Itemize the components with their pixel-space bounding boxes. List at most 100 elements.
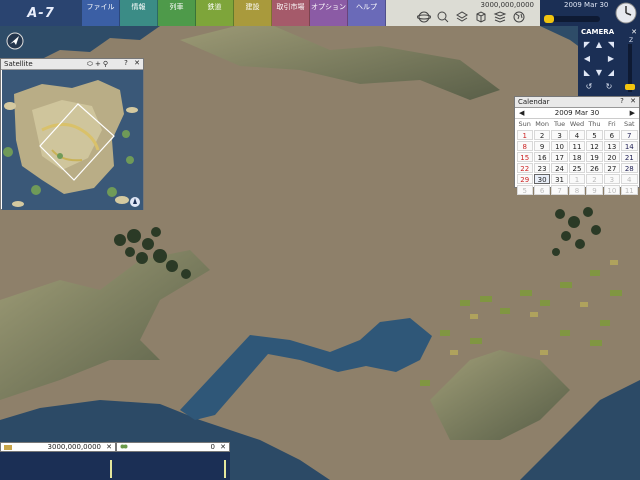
calendar-day[interactable]: 10 <box>551 140 568 151</box>
calendar-day[interactable]: 14 <box>621 140 638 151</box>
satellite-tools: ⬭ + ⚲ <box>87 59 108 69</box>
calendar-day[interactable]: 28 <box>621 162 638 173</box>
calendar-day[interactable]: 5 <box>586 129 603 140</box>
calendar-nav: ◀ 2009 Mar 30 ▶ <box>515 108 639 119</box>
calendar-day[interactable]: 20 <box>603 151 621 162</box>
calendar-day[interactable]: 3 <box>551 129 568 140</box>
calendar-day[interactable]: 17 <box>551 151 568 162</box>
calendar-day[interactable]: 30 <box>533 173 551 184</box>
menu-item[interactable]: 情報 <box>120 0 158 26</box>
money-close-button[interactable]: ✕ <box>106 443 112 452</box>
calendar-day[interactable]: 1 <box>516 129 533 140</box>
calendar-day[interactable]: 2 <box>586 173 603 184</box>
calendar-day[interactable]: 2 <box>533 129 551 140</box>
money-icon <box>4 445 12 450</box>
help-button[interactable]: ? <box>122 59 130 68</box>
camera-close-button[interactable]: ✕ <box>631 28 637 36</box>
globe-icon[interactable] <box>416 10 431 24</box>
calendar-day[interactable]: 7 <box>621 129 638 140</box>
top-menu-bar: A-7 ファイル 情報 列車 鉄道 建設 取引市場 オプション ヘルプ 3000,000,00… <box>0 0 640 26</box>
calendar-day[interactable]: 23 <box>533 162 551 173</box>
camera-down-left-icon[interactable]: ◣ <box>582 68 592 78</box>
calendar-day[interactable]: 1 <box>568 173 586 184</box>
menu-item[interactable]: 列車 <box>158 0 196 26</box>
magnifier-icon[interactable] <box>435 10 450 24</box>
menu-item[interactable]: オプション <box>310 0 348 26</box>
calendar-day[interactable]: 5 <box>516 184 533 195</box>
population-graph-bar <box>224 460 226 478</box>
zoom-knob[interactable] <box>625 84 635 90</box>
calendar-day[interactable]: 18 <box>568 151 586 162</box>
calendar-day[interactable]: 15 <box>516 151 533 162</box>
camera-right-button[interactable]: ▶ <box>606 54 616 64</box>
calendar-day[interactable]: 21 <box>621 151 638 162</box>
menu-item[interactable]: ファイル <box>82 0 120 26</box>
calendar-day[interactable]: 11 <box>621 184 638 195</box>
calendar-day[interactable]: 9 <box>533 140 551 151</box>
calendar-day[interactable]: 6 <box>603 129 621 140</box>
main-menu: ファイル 情報 列車 鉄道 建設 取引市場 オプション ヘルプ <box>82 0 386 26</box>
cube-icon[interactable] <box>473 10 488 24</box>
world-icon[interactable] <box>511 10 526 24</box>
money-value: 3000,000,0000 <box>47 443 101 451</box>
calendar-day[interactable]: 4 <box>621 173 638 184</box>
game-speed-knob[interactable] <box>544 15 554 23</box>
rotate-left-button[interactable]: ↺ <box>584 82 594 92</box>
population-close-button[interactable]: ✕ <box>220 443 226 452</box>
menu-item[interactable]: 建設 <box>234 0 272 26</box>
calendar-day[interactable]: 13 <box>603 140 621 151</box>
search-icon[interactable]: ⚲ <box>103 59 108 69</box>
calendar-day[interactable]: 22 <box>516 162 533 173</box>
calendar-day[interactable]: 12 <box>586 140 603 151</box>
close-button[interactable]: ✕ <box>629 97 637 106</box>
satellite-titlebar[interactable]: Satellite ⬭ + ⚲ ? ✕ <box>1 59 143 70</box>
calendar-day[interactable]: 10 <box>603 184 621 195</box>
satellite-map[interactable] <box>2 70 143 210</box>
calendar-day[interactable]: 25 <box>568 162 586 173</box>
calendar-day[interactable]: 9 <box>586 184 603 195</box>
calendar-day[interactable]: 26 <box>586 162 603 173</box>
zoom-out-icon[interactable]: ⬭ <box>87 59 93 69</box>
calendar-day[interactable]: 29 <box>516 173 533 184</box>
menu-item[interactable]: 鉄道 <box>196 0 234 26</box>
zoom-slider[interactable] <box>625 44 635 92</box>
close-button[interactable]: ✕ <box>133 59 141 68</box>
weekday-header: Tue <box>554 120 566 128</box>
camera-down-button[interactable]: ▼ <box>594 68 604 78</box>
menu-item[interactable]: 取引市場 <box>272 0 310 26</box>
menu-item[interactable]: ヘルプ <box>348 0 386 26</box>
help-button[interactable]: ? <box>618 97 626 106</box>
weekday-header: Wed <box>569 120 585 128</box>
calendar-day[interactable]: 8 <box>568 184 586 195</box>
calendar-day[interactable]: 19 <box>586 151 603 162</box>
weekday-header: Sun <box>518 120 531 128</box>
compass-icon[interactable] <box>6 32 24 50</box>
calendar-day[interactable]: 24 <box>551 162 568 173</box>
calendar-day[interactable]: 3 <box>603 173 621 184</box>
zoom-in-icon[interactable]: + <box>95 59 101 69</box>
calendar-month-label: 2009 Mar 30 <box>554 109 600 117</box>
current-date: 2009 Mar 30 <box>564 1 609 9</box>
calendar-day[interactable]: 8 <box>516 140 533 151</box>
calendar-day[interactable]: 6 <box>533 184 551 195</box>
population-value: 0 <box>210 443 215 451</box>
calendar-day[interactable]: 27 <box>603 162 621 173</box>
layers-icon[interactable] <box>454 10 469 24</box>
stack-icon[interactable] <box>492 10 507 24</box>
weekday-header: Mon <box>535 120 549 128</box>
calendar-day[interactable]: 16 <box>533 151 551 162</box>
calendar-day[interactable]: 4 <box>568 129 586 140</box>
camera-down-right-icon[interactable]: ◢ <box>606 68 616 78</box>
calendar-titlebar[interactable]: Calendar ? ✕ <box>515 97 639 108</box>
calendar-day[interactable]: 7 <box>551 184 568 195</box>
game-speed-slider[interactable] <box>544 15 600 23</box>
rotate-right-button[interactable]: ↻ <box>604 82 614 92</box>
calendar-day[interactable]: 11 <box>568 140 586 151</box>
next-month-button[interactable]: ▶ <box>630 108 635 118</box>
camera-rotate-up-right-icon[interactable]: ◥ <box>606 40 616 50</box>
camera-up-button[interactable]: ▲ <box>594 40 604 50</box>
camera-left-button[interactable]: ◀ <box>582 54 592 64</box>
calendar-day[interactable]: 31 <box>551 173 568 184</box>
camera-rotate-up-left-icon[interactable]: ◤ <box>582 40 592 50</box>
toolbar-icons <box>416 10 526 24</box>
